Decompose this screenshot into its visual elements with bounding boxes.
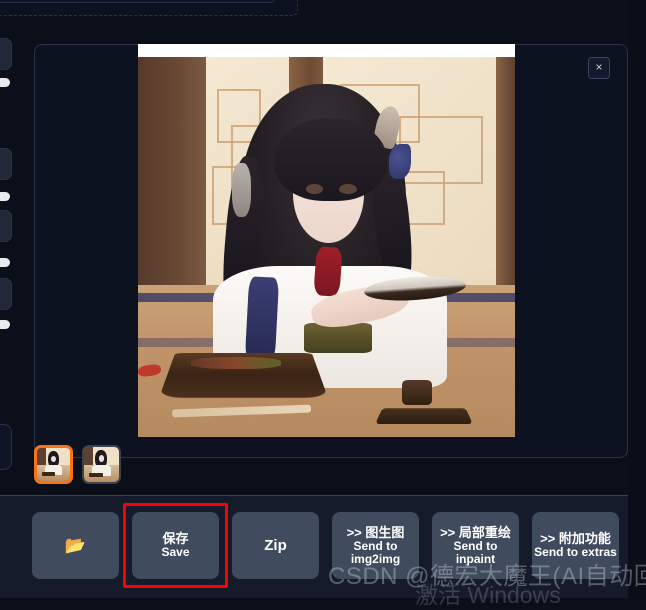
sidebar-slider-handle-2[interactable]	[0, 192, 10, 201]
divider	[0, 495, 646, 496]
image-top-strip	[138, 44, 515, 57]
sidebar-stub-2[interactable]	[0, 148, 12, 180]
thumbnail-preview	[37, 448, 70, 481]
thumb-tray	[41, 472, 55, 477]
dropzone-outline	[0, 0, 298, 16]
save-label-cn: 保存	[162, 531, 189, 546]
thumbnail-preview	[84, 447, 119, 482]
sidebar-stub-5[interactable]	[0, 424, 12, 470]
folder-icon: 📂	[64, 536, 87, 555]
character-vest	[245, 276, 280, 362]
scene-wall-left	[138, 57, 206, 293]
image-scene	[138, 57, 515, 437]
sidebar-slider-handle-1[interactable]	[0, 78, 10, 87]
sidebar-stub-4[interactable]	[0, 278, 12, 310]
scene-cup-base	[375, 407, 474, 424]
thumb-face	[50, 455, 57, 462]
dropzone-inner	[0, 0, 276, 3]
generated-image[interactable]	[138, 44, 515, 437]
send-inpaint-label-cn: >> 局部重绘	[440, 524, 511, 540]
sidebar-stub-3[interactable]	[0, 210, 12, 242]
right-edge-strip	[628, 0, 646, 598]
save-button[interactable]: 保存 Save	[132, 512, 219, 579]
thumb-wall	[84, 447, 94, 466]
sidebar-slider-handle-3[interactable]	[0, 258, 10, 267]
sidebar-slider-handle-4[interactable]	[0, 320, 10, 329]
sidebar-stub-1[interactable]	[0, 38, 12, 70]
watermark-windows: 激活 Windows	[415, 582, 561, 608]
thumbnail-item-1[interactable]	[34, 445, 73, 484]
close-icon[interactable]: ×	[588, 57, 610, 79]
scene-wall-right	[496, 57, 515, 293]
save-button-highlight: 保存 Save	[123, 503, 228, 588]
character-obi	[303, 323, 372, 354]
thumb-tray	[88, 472, 103, 478]
thumb-wall	[37, 448, 46, 466]
thumbnail-gallery	[34, 445, 121, 484]
open-folder-button[interactable]: 📂	[32, 512, 119, 579]
zip-button[interactable]: Zip	[232, 512, 319, 579]
thumb-face	[98, 455, 105, 462]
save-label-en: Save	[161, 545, 190, 559]
character-eye-left	[306, 183, 324, 194]
app-root: × 📂 保存 Save Zip >> 图生图 Send to img2img >…	[0, 0, 646, 608]
thumbnail-item-2[interactable]	[82, 445, 121, 484]
send-img2img-label-cn: >> 图生图	[346, 524, 405, 540]
scene-tray-food	[190, 357, 282, 369]
character-hair-tie	[232, 163, 252, 217]
character-bangs	[273, 117, 387, 202]
character-eye-right	[339, 183, 357, 194]
zip-label: Zip	[264, 537, 287, 554]
scene-cup	[401, 380, 433, 405]
character-hair-ornament	[388, 144, 412, 179]
send-extras-label-cn: >> 附加功能	[540, 531, 611, 546]
